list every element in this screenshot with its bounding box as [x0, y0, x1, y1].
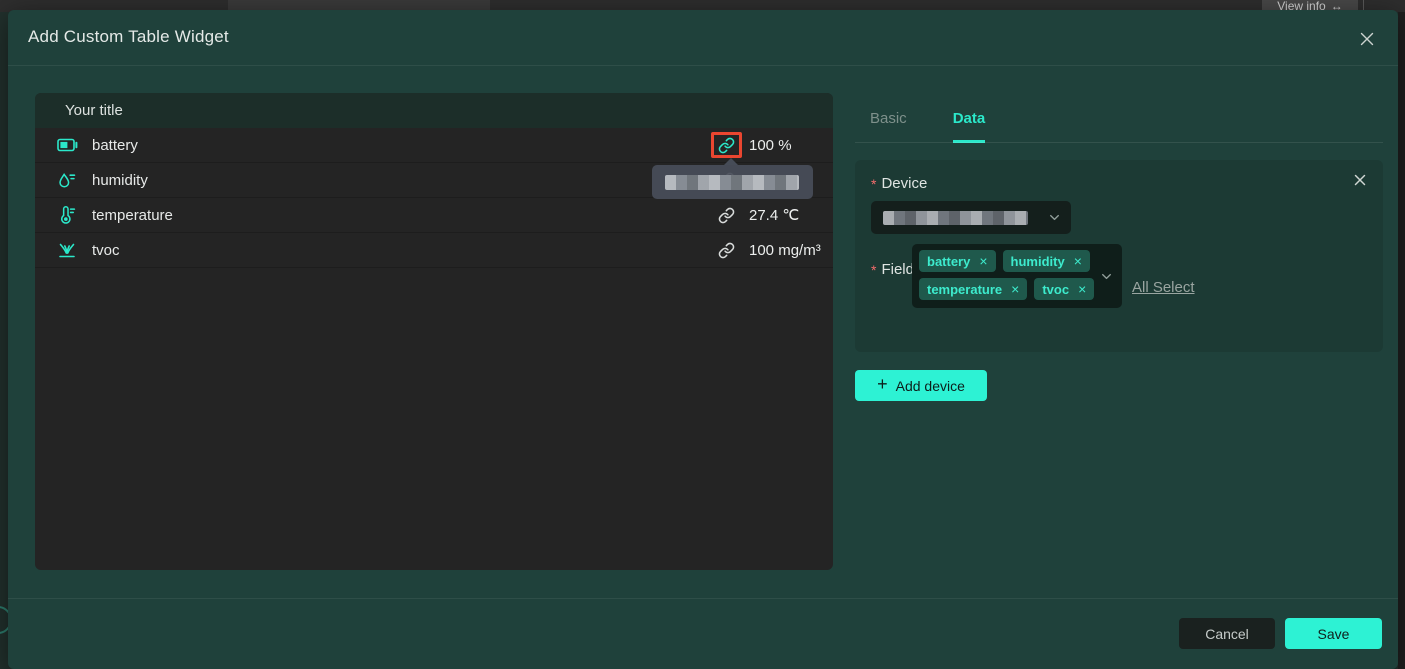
- temperature-icon: [57, 205, 81, 225]
- chevron-down-icon: [1048, 211, 1061, 224]
- remove-device-icon[interactable]: [1354, 174, 1366, 186]
- table-header: Your title: [35, 93, 833, 128]
- tabs-divider: [855, 142, 1383, 143]
- add-custom-table-widget-dialog: Add Custom Table Widget Your title batte…: [8, 10, 1398, 669]
- field-tag-temperature: temperature ×: [919, 278, 1027, 300]
- close-icon[interactable]: [1359, 31, 1375, 47]
- tutorial-highlight-box: [711, 132, 742, 158]
- tag-row: temperature × tvoc ×: [919, 278, 1122, 300]
- table-row: tvoc 100 mg/m³: [35, 233, 833, 268]
- tag-remove-icon[interactable]: ×: [1078, 282, 1086, 296]
- device-select[interactable]: [871, 201, 1071, 234]
- field-tag-tvoc: tvoc ×: [1034, 278, 1094, 300]
- row-value: 27.4 ℃: [749, 206, 833, 224]
- tag-remove-icon[interactable]: ×: [1011, 282, 1019, 296]
- row-label: tvoc: [92, 242, 703, 259]
- device-card: * Device * Field battery × humidity ×: [855, 160, 1383, 352]
- settings-tabs: Basic Data: [870, 110, 985, 143]
- required-marker: *: [871, 262, 876, 278]
- tvoc-icon: [57, 241, 81, 260]
- add-device-button[interactable]: + Add device: [855, 370, 987, 401]
- row-label: humidity: [92, 172, 703, 189]
- device-field-label: * Device: [871, 175, 927, 192]
- field-field-label: * Field: [871, 261, 914, 278]
- dialog-title: Add Custom Table Widget: [28, 27, 229, 47]
- background-right-strip: [1398, 12, 1405, 669]
- all-select-link[interactable]: All Select: [1132, 279, 1195, 296]
- cancel-button[interactable]: Cancel: [1179, 618, 1275, 649]
- row-value: 100 mg/m³: [749, 242, 833, 259]
- add-device-label: Add device: [896, 378, 965, 394]
- link-cell: [703, 242, 749, 259]
- battery-icon: [57, 138, 81, 152]
- field-multiselect[interactable]: battery × humidity × temperature × tvoc …: [912, 244, 1122, 308]
- redacted-device-value: [883, 211, 1028, 225]
- device-name-tooltip: [652, 165, 813, 199]
- row-label: battery: [92, 137, 703, 154]
- tab-basic[interactable]: Basic: [870, 110, 907, 143]
- tag-row: battery × humidity ×: [919, 250, 1122, 272]
- tag-remove-icon[interactable]: ×: [1074, 254, 1082, 268]
- chevron-down-icon: [1100, 270, 1113, 283]
- field-tag-humidity: humidity ×: [1003, 250, 1090, 272]
- link-icon[interactable]: [718, 137, 735, 154]
- required-marker: *: [871, 176, 876, 192]
- redacted-text: [665, 175, 799, 190]
- link-icon[interactable]: [718, 242, 735, 259]
- tag-remove-icon[interactable]: ×: [979, 254, 987, 268]
- plus-icon: +: [877, 374, 888, 395]
- link-cell: [703, 207, 749, 224]
- row-value: 100 %: [749, 137, 833, 154]
- footer-divider: [8, 598, 1398, 599]
- link-cell: [703, 132, 749, 158]
- row-label: temperature: [92, 207, 703, 224]
- link-icon[interactable]: [718, 207, 735, 224]
- humidity-icon: [57, 171, 81, 190]
- table-row: battery 100 %: [35, 128, 833, 163]
- tab-data[interactable]: Data: [953, 110, 986, 143]
- save-button[interactable]: Save: [1285, 618, 1382, 649]
- table-row: temperature 27.4 ℃: [35, 198, 833, 233]
- field-tag-battery: battery ×: [919, 250, 996, 272]
- dialog-header: Add Custom Table Widget: [8, 10, 1398, 66]
